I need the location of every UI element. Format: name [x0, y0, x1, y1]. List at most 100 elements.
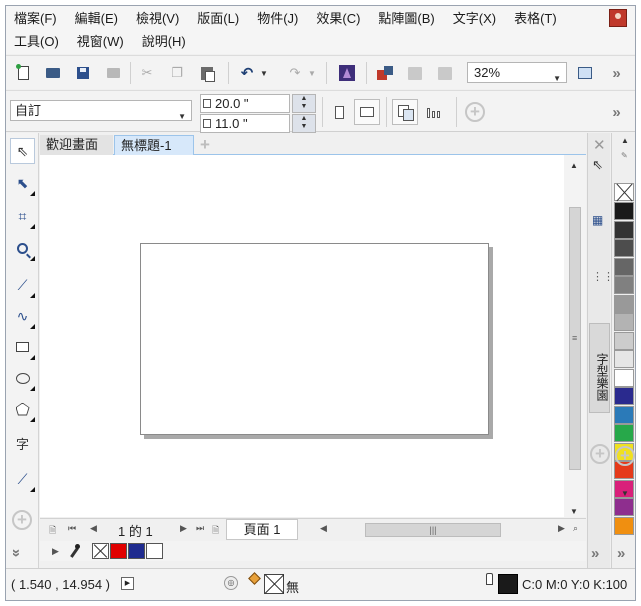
- text-tool[interactable]: 字: [10, 430, 35, 456]
- import-button[interactable]: [374, 62, 396, 84]
- add-page-before-icon[interactable]: 🗎: [49, 523, 56, 539]
- no-fill-swatch[interactable]: [614, 183, 634, 201]
- menu-text[interactable]: 文字(X): [444, 9, 505, 29]
- add-page-after-icon[interactable]: 🗎: [212, 523, 219, 539]
- export-button[interactable]: [404, 62, 426, 84]
- page-size-preset-select[interactable]: 自訂 ▼: [10, 100, 192, 121]
- zoom-navigator-icon[interactable]: ⌕: [573, 523, 578, 534]
- palette-color-swatch[interactable]: [614, 350, 634, 368]
- search-content-button[interactable]: [336, 62, 358, 84]
- menu-layout[interactable]: 版面(L): [188, 9, 248, 29]
- next-page-icon[interactable]: ▶: [180, 523, 187, 534]
- color-proof-icon[interactable]: ◎: [224, 576, 238, 590]
- menu-view[interactable]: 檢視(V): [127, 9, 188, 29]
- align-distribute-icon[interactable]: ⋮⋮: [592, 269, 614, 285]
- landscape-button[interactable]: [354, 99, 380, 125]
- pick-tool[interactable]: ⇖: [10, 138, 35, 164]
- toolbar-overflow-button[interactable]: »: [604, 62, 626, 84]
- scroll-left-icon[interactable]: ◀: [320, 523, 327, 534]
- menu-window[interactable]: 視窗(W): [68, 32, 133, 52]
- publish-pdf-button[interactable]: [434, 62, 456, 84]
- palette-color-swatch[interactable]: [614, 331, 634, 350]
- property-bar-overflow-button[interactable]: »: [604, 101, 626, 123]
- vertical-scrollbar[interactable]: ▲ ≡ ▼: [564, 155, 586, 517]
- open-button[interactable]: [42, 62, 64, 84]
- docker-tab-fonts[interactable]: 字型樂園: [589, 323, 610, 413]
- page-width-stepper[interactable]: ▲ ▼: [292, 94, 316, 113]
- menu-table[interactable]: 表格(T): [505, 9, 566, 29]
- drawing-canvas[interactable]: [40, 155, 564, 517]
- object-manager-icon[interactable]: ▦: [592, 213, 608, 229]
- cut-button[interactable]: ✂: [136, 62, 158, 84]
- print-button[interactable]: [102, 62, 124, 84]
- document-page[interactable]: [140, 243, 489, 435]
- palette-color-swatch[interactable]: [614, 498, 634, 516]
- add-palette-button[interactable]: +: [615, 446, 635, 466]
- page-width-field[interactable]: 20.0 ": [200, 94, 290, 113]
- menu-object[interactable]: 物件(J): [248, 9, 307, 29]
- redo-button[interactable]: ↷: [284, 62, 306, 84]
- copy-button[interactable]: ❐: [166, 62, 188, 84]
- palette-color-swatch[interactable]: [614, 257, 634, 276]
- undo-dropdown[interactable]: ▼: [258, 62, 270, 84]
- document-color-swatch[interactable]: [146, 543, 163, 559]
- freehand-tool[interactable]: ⟋: [10, 272, 35, 298]
- customize-toolbox-button[interactable]: +: [12, 510, 32, 530]
- tab-welcome-screen[interactable]: 歡迎畫面: [40, 135, 113, 155]
- artistic-media-tool[interactable]: ∿: [10, 303, 35, 329]
- page-height-stepper[interactable]: ▲ ▼: [292, 114, 316, 133]
- previous-page-icon[interactable]: ◀: [90, 523, 97, 534]
- no-color-swatch[interactable]: [92, 543, 109, 559]
- close-icon[interactable]: ✕: [593, 136, 606, 154]
- palette-color-swatch[interactable]: [614, 294, 634, 313]
- all-pages-button[interactable]: [392, 99, 418, 125]
- palette-color-swatch[interactable]: [614, 239, 634, 257]
- palette-color-swatch[interactable]: [614, 516, 634, 535]
- add-property-button[interactable]: +: [464, 101, 486, 123]
- parallel-dimension-tool[interactable]: ⟋: [10, 466, 35, 492]
- status-info-arrow-icon[interactable]: ▶: [121, 577, 134, 590]
- palette-color-swatch[interactable]: [614, 368, 634, 387]
- palette-color-swatch[interactable]: [614, 313, 634, 331]
- document-color-swatch[interactable]: [128, 543, 145, 559]
- palette-overflow-button[interactable]: »: [617, 545, 626, 562]
- add-docker-button[interactable]: +: [590, 444, 610, 464]
- palette-scroll-down-icon[interactable]: ▼: [621, 489, 629, 498]
- scroll-right-icon[interactable]: ▶: [558, 523, 565, 534]
- ellipse-tool[interactable]: [10, 365, 35, 391]
- menu-bitmaps[interactable]: 點陣圖(B): [369, 9, 443, 29]
- undo-button[interactable]: ↶: [236, 62, 258, 84]
- palette-color-swatch[interactable]: [614, 424, 634, 442]
- page-height-field[interactable]: 11.0 ": [200, 114, 290, 133]
- vertical-scroll-thumb[interactable]: ≡: [569, 207, 581, 470]
- palette-color-swatch[interactable]: [614, 202, 634, 220]
- palette-color-swatch[interactable]: [614, 387, 634, 405]
- palette-color-swatch[interactable]: [614, 220, 634, 239]
- rectangle-tool[interactable]: [10, 334, 35, 360]
- user-avatar-icon[interactable]: [609, 9, 627, 27]
- current-page-button[interactable]: [422, 101, 444, 123]
- menu-tools[interactable]: 工具(O): [6, 32, 68, 52]
- paste-button[interactable]: [196, 62, 218, 84]
- palette-menu-arrow-icon[interactable]: ▶: [52, 546, 59, 557]
- portrait-button[interactable]: [328, 101, 350, 123]
- document-color-swatch[interactable]: [110, 543, 127, 559]
- save-button[interactable]: [72, 62, 94, 84]
- menu-file[interactable]: 檔案(F): [6, 9, 66, 29]
- palette-color-swatch[interactable]: [614, 276, 634, 294]
- menu-effects[interactable]: 效果(C): [307, 9, 369, 29]
- zoom-level-select[interactable]: 32% ▼: [467, 62, 567, 83]
- scroll-up-icon[interactable]: ▲: [570, 161, 578, 170]
- docker-overflow-button[interactable]: »: [591, 545, 600, 562]
- new-document-button[interactable]: [12, 62, 34, 84]
- page-tab-1[interactable]: 頁面 1: [226, 519, 298, 540]
- scroll-down-icon[interactable]: ▼: [570, 507, 578, 516]
- zoom-tool[interactable]: [10, 235, 35, 261]
- menu-edit[interactable]: 編輯(E): [66, 9, 127, 29]
- menu-help[interactable]: 說明(H): [133, 32, 195, 52]
- object-properties-icon[interactable]: ⇖: [592, 157, 608, 173]
- polygon-tool[interactable]: [10, 396, 35, 422]
- toolbox-overflow-button[interactable]: »: [8, 543, 25, 560]
- eyedropper-icon[interactable]: [68, 544, 80, 558]
- last-page-icon[interactable]: ⏭: [196, 523, 204, 534]
